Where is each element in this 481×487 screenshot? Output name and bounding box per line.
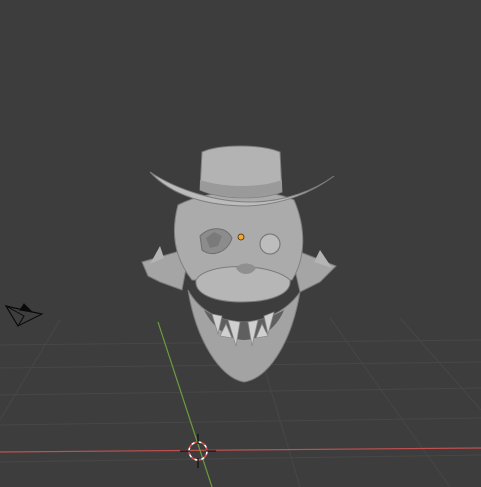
viewport-canvas[interactable]	[0, 0, 481, 487]
3d-viewport[interactable]	[0, 0, 481, 487]
3d-cursor-icon[interactable]	[180, 434, 216, 468]
object-origin-dot-icon[interactable]	[237, 233, 245, 241]
camera-icon[interactable]	[4, 303, 44, 327]
character-head-mesh-icon[interactable]	[141, 145, 337, 383]
x-axis-line	[0, 447, 481, 453]
y-axis-line	[157, 321, 213, 487]
